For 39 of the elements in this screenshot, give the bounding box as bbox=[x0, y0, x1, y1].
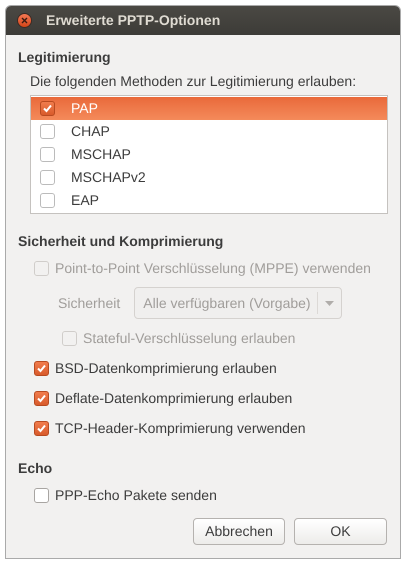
method-label: MSCHAPv2 bbox=[71, 168, 146, 187]
checkbox[interactable] bbox=[40, 170, 55, 185]
description: Die folgenden Methoden zur Legitimierung erlauben: bbox=[29, 72, 358, 91]
checkbox[interactable] bbox=[34, 390, 49, 406]
checkbox[interactable] bbox=[34, 360, 49, 376]
checkbox[interactable] bbox=[40, 124, 55, 139]
checkmark-icon bbox=[36, 362, 47, 374]
checkbox[interactable] bbox=[34, 420, 49, 436]
dropdown-arrow-icon bbox=[324, 300, 334, 306]
section-heading: Echo bbox=[18, 459, 54, 478]
option-label: Deflate-Datenkomprimierung erlauben bbox=[55, 388, 292, 408]
option-label: BSD-Datenkomprimierung erlauben bbox=[55, 358, 277, 378]
option-label: Stateful-Verschlüsselung erlauben bbox=[83, 328, 296, 348]
close-icon bbox=[21, 17, 28, 24]
section-heading: Legitimierung bbox=[18, 48, 112, 67]
window-title: Erweiterte PPTP-Optionen bbox=[46, 11, 220, 30]
method-row[interactable]: EAP bbox=[31, 189, 387, 212]
method-label: CHAP bbox=[71, 122, 110, 141]
dialog-button[interactable]: OK bbox=[294, 518, 387, 545]
method-row[interactable]: MSCHAP bbox=[31, 143, 387, 166]
close-button[interactable] bbox=[17, 13, 32, 28]
checkbox[interactable] bbox=[40, 101, 55, 116]
option-label: PPP-Echo Pakete senden bbox=[55, 486, 217, 504]
method-row[interactable]: CHAP bbox=[31, 120, 387, 143]
checkmark-icon bbox=[36, 392, 47, 404]
method-label: PAP bbox=[71, 99, 98, 118]
method-label: EAP bbox=[71, 191, 100, 210]
checkbox[interactable] bbox=[40, 147, 55, 162]
option-label: Point-to-Point Verschlüsselung (MPPE) verwenden bbox=[55, 258, 371, 278]
checkbox[interactable] bbox=[34, 488, 49, 502]
method-label: MSCHAP bbox=[71, 145, 131, 164]
option-label: TCP-Header-Komprimierung verwenden bbox=[55, 418, 306, 438]
checkbox[interactable] bbox=[40, 193, 55, 208]
checkmark-icon bbox=[42, 103, 53, 114]
select-label: Sicherheit bbox=[58, 294, 120, 312]
dialog-button[interactable]: Abbrechen bbox=[193, 518, 285, 545]
section-heading: Sicherheit und Komprimierung bbox=[18, 232, 224, 251]
method-row[interactable]: MSCHAPv2 bbox=[31, 166, 387, 189]
checkmark-icon bbox=[36, 422, 47, 434]
